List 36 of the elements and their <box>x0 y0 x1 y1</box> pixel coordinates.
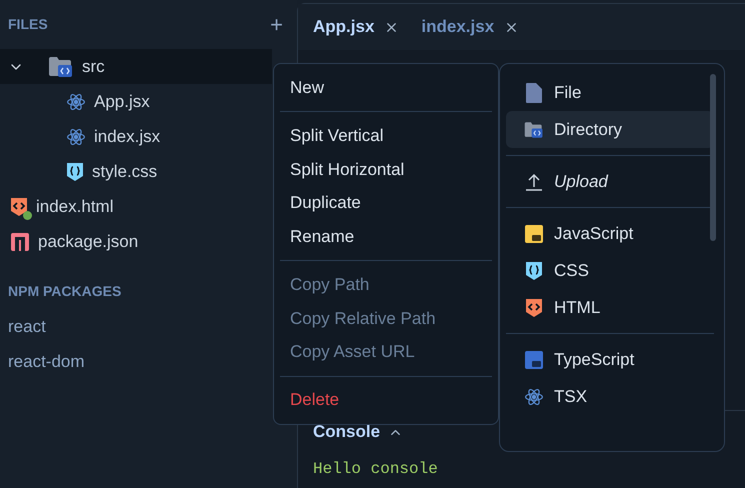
upload-icon <box>524 172 544 192</box>
menu-item[interactable]: Rename <box>280 220 492 254</box>
submenu-item[interactable]: TypeScript <box>506 341 714 378</box>
html-shield-icon <box>10 196 28 216</box>
package-icon <box>10 232 30 252</box>
atom-icon <box>524 386 544 406</box>
add-file-button[interactable]: + <box>270 14 283 36</box>
css-shield-icon <box>525 260 543 280</box>
css-shield-icon <box>66 162 84 182</box>
section-title: FILES <box>8 15 48 34</box>
submenu-item[interactable]: File <box>506 74 714 111</box>
menu-item[interactable]: Split Vertical <box>280 119 492 153</box>
menu-item[interactable]: Delete <box>280 383 492 417</box>
atom-icon <box>66 92 86 112</box>
atom-icon <box>66 126 86 146</box>
submenu-item[interactable]: Upload <box>506 163 714 200</box>
code-folder-icon <box>48 56 74 78</box>
submenu-item[interactable]: TSX <box>506 378 714 415</box>
scrollbar[interactable] <box>710 74 716 241</box>
ts-badge-icon <box>524 350 544 370</box>
package-item[interactable]: react <box>8 314 46 340</box>
submenu-item[interactable]: HTML <box>506 289 714 326</box>
js-badge-icon <box>524 224 544 244</box>
console-output: Hello console <box>313 460 438 478</box>
html-shield-icon <box>525 298 543 318</box>
editor-tab[interactable]: App.jsx <box>313 14 400 40</box>
menu-item[interactable]: Duplicate <box>280 186 492 220</box>
package-item[interactable]: react-dom <box>8 348 85 374</box>
editor-tab[interactable]: index.jsx <box>421 14 520 40</box>
section-title: NPM PACKAGES <box>8 282 122 301</box>
menu-item[interactable]: New <box>280 71 492 104</box>
file-tree-item[interactable]: src <box>0 49 272 84</box>
file-icon <box>525 82 543 104</box>
submenu-item[interactable]: CSS <box>506 252 714 289</box>
submenu-item[interactable]: JavaScript <box>506 215 714 252</box>
menu-item[interactable]: Split Horizontal <box>280 152 492 186</box>
